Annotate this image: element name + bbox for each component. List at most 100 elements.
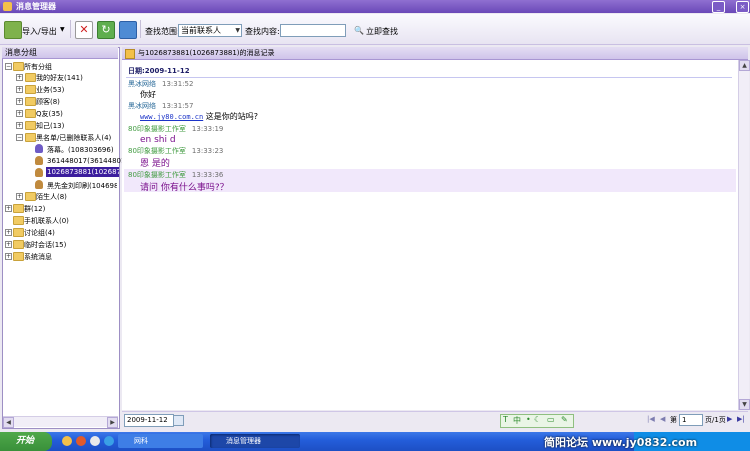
- first-page-icon[interactable]: |◀: [647, 415, 655, 423]
- message-sender: 80印象摄影工作室 13:33:36: [128, 171, 224, 179]
- expand-icon[interactable]: +: [5, 205, 12, 212]
- tree-item-strangers[interactable]: 陌生人(8): [36, 192, 67, 202]
- search-scope-select[interactable]: 当前联系人 ▼: [178, 24, 242, 37]
- record-header: 与1026873881(1026873881)的消息记录: [122, 47, 748, 60]
- import-export-icon[interactable]: [4, 21, 22, 39]
- tree-item-contact[interactable]: 361448017(361448017): [47, 157, 133, 165]
- tree-item-mobile[interactable]: 手机联系人(0): [24, 216, 69, 226]
- date-picker-input[interactable]: 2009-11-12: [124, 414, 174, 427]
- folder-icon: [25, 192, 36, 201]
- folder-icon: [13, 228, 24, 237]
- expand-icon[interactable]: +: [16, 74, 23, 81]
- font-icon[interactable]: T: [503, 415, 508, 424]
- chevron-down-icon: ▼: [235, 27, 240, 34]
- expand-icon[interactable]: +: [16, 86, 23, 93]
- tree-item-groups[interactable]: 群(12): [24, 204, 45, 214]
- last-page-icon[interactable]: ▶|: [737, 415, 745, 423]
- prev-page-icon[interactable]: ◀: [660, 415, 665, 423]
- expand-icon[interactable]: +: [5, 241, 12, 248]
- taskbar: 开始 网科 消息管理器 简阳论坛 www.jy0832.com: [0, 432, 750, 451]
- message-link[interactable]: www.jy80.com.cn: [140, 113, 203, 121]
- search-scope-label: 查找范围:: [145, 27, 180, 36]
- calendar-icon[interactable]: [173, 415, 184, 426]
- message-sender: 80印象摄影工作室 13:33:23: [128, 147, 224, 155]
- collapse-icon[interactable]: −: [16, 134, 23, 141]
- scroll-left-icon[interactable]: ◀: [3, 417, 14, 428]
- record-icon: [125, 49, 135, 59]
- message-text: 你好: [140, 90, 156, 99]
- tree-item-system[interactable]: 系统消息: [24, 252, 52, 262]
- contact-avatar-icon: [35, 144, 43, 153]
- moon-icon[interactable]: ☾: [534, 415, 541, 424]
- expand-icon[interactable]: +: [16, 98, 23, 105]
- tree-item-discussion[interactable]: 讨论组(4): [24, 228, 55, 238]
- start-button[interactable]: 开始: [0, 432, 52, 451]
- quicklaunch-icon[interactable]: [90, 436, 100, 446]
- next-page-icon[interactable]: ▶: [727, 415, 732, 423]
- expand-icon[interactable]: +: [16, 110, 23, 117]
- search-input[interactable]: [280, 24, 346, 37]
- collapse-icon[interactable]: −: [5, 63, 12, 70]
- expand-icon[interactable]: +: [16, 193, 23, 200]
- search-now-button[interactable]: 立即查找: [366, 26, 398, 37]
- minimize-button[interactable]: _: [712, 1, 725, 13]
- folder-icon: [13, 62, 24, 71]
- folder-icon: [13, 216, 24, 225]
- search-icon: 🔍: [354, 26, 364, 35]
- taskbar-app-message-manager[interactable]: 消息管理器: [210, 434, 300, 448]
- quicklaunch-icon[interactable]: [104, 436, 114, 446]
- expand-icon[interactable]: +: [5, 253, 12, 260]
- tree-item-friends[interactable]: 我的好友(141): [36, 73, 83, 83]
- folder-icon: [25, 97, 36, 106]
- folder-icon: [13, 252, 24, 261]
- emoji-toolbar: T 中 • ☾ ▭ ✎: [500, 414, 574, 428]
- toolbar: 导入/导出 ▼ ✕ ↻ 查找范围: 当前联系人 ▼ 查找内容: 🔍 立即查找: [0, 14, 750, 45]
- export-icon[interactable]: [119, 21, 137, 39]
- delete-icon[interactable]: ✕: [75, 21, 93, 39]
- vertical-scrollbar[interactable]: ▲ ▼: [738, 60, 750, 410]
- folder-icon: [13, 204, 24, 213]
- scroll-up-icon[interactable]: ▲: [739, 60, 750, 71]
- import-export-button[interactable]: 导入/导出: [22, 26, 57, 37]
- message-sender: 黑冰网络 13:31:57: [128, 102, 194, 110]
- message-log: 日期:2009-11-12 黑冰网络 13:31:52 你好 黑冰网络 13:31:…: [122, 60, 738, 410]
- bullet-icon[interactable]: •: [526, 415, 531, 424]
- contact-avatar-icon: [35, 180, 43, 189]
- watermark-text: 简阳论坛 www.jy0832.com: [544, 436, 698, 449]
- toolbar-divider: [140, 20, 141, 38]
- horizontal-scrollbar[interactable]: ◀ ▶: [3, 416, 118, 428]
- tree-item-qq-friends[interactable]: Q友(35): [36, 109, 63, 119]
- tree-item-temp-session[interactable]: 临时会话(15): [24, 240, 66, 250]
- wrench-icon[interactable]: ✎: [561, 415, 568, 424]
- page-input[interactable]: 1: [679, 414, 703, 426]
- tree-item-contact-selected[interactable]: 1026873881(1026873881): [46, 167, 119, 177]
- tree-item-customers[interactable]: 顾客(8): [36, 97, 60, 107]
- tree-item-blacklist[interactable]: 黑名单/已删除联系人(4): [36, 133, 111, 143]
- message-sender: 80印象摄影工作室 13:33:19: [128, 125, 224, 133]
- folder-icon: [25, 85, 36, 94]
- message-sender: 黑冰网络 13:31:52: [128, 80, 194, 88]
- chevron-down-icon[interactable]: ▼: [60, 26, 65, 33]
- left-panel-header: 消息分组: [2, 47, 118, 59]
- message-text: 恩 是的: [140, 159, 170, 169]
- quicklaunch-icon[interactable]: [62, 436, 72, 446]
- tree-item-all-groups[interactable]: 所有分组: [24, 62, 52, 72]
- keyboard-icon[interactable]: ▭: [547, 415, 555, 424]
- app-icon: [3, 2, 12, 11]
- close-button[interactable]: ×: [736, 1, 749, 13]
- contact-avatar-icon: [35, 168, 43, 177]
- tree-item-business[interactable]: 业务(53): [36, 85, 64, 95]
- expand-icon[interactable]: +: [5, 229, 12, 236]
- tree-item-confidants[interactable]: 知己(13): [36, 121, 64, 131]
- refresh-icon[interactable]: ↻: [97, 21, 115, 39]
- scroll-down-icon[interactable]: ▼: [739, 399, 750, 410]
- chinese-input-icon[interactable]: 中: [513, 415, 521, 426]
- tree-item-contact[interactable]: 黑先金刘印刷(1046984: [47, 181, 117, 191]
- scroll-right-icon[interactable]: ▶: [107, 417, 118, 428]
- date-heading: 日期:2009-11-12: [128, 67, 190, 75]
- browser-icon[interactable]: [76, 436, 86, 446]
- taskbar-app-wangke[interactable]: 网科: [118, 434, 203, 448]
- folder-icon: [25, 121, 36, 130]
- expand-icon[interactable]: +: [16, 122, 23, 129]
- tree-item-contact[interactable]: 落幕。(108303696): [47, 145, 114, 155]
